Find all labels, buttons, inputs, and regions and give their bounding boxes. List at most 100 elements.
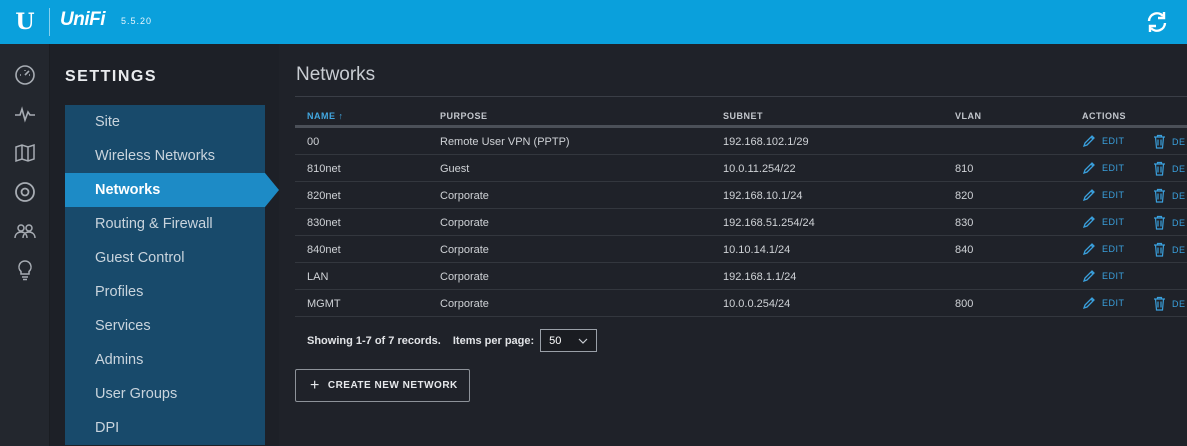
table-row[interactable]: 820net Corporate 192.168.10.1/24 820 EDIT DE bbox=[295, 182, 1187, 209]
edit-label: EDIT bbox=[1102, 271, 1125, 281]
network-purpose: Guest bbox=[440, 163, 470, 175]
table-row[interactable]: LAN Corporate 192.168.1.1/24 EDIT bbox=[295, 263, 1187, 290]
edit-button[interactable]: EDIT bbox=[1082, 269, 1125, 283]
table-row[interactable]: 810net Guest 10.0.11.254/22 810 EDIT DE bbox=[295, 155, 1187, 182]
delete-button[interactable]: DE bbox=[1153, 188, 1186, 203]
network-subnet: 10.10.14.1/24 bbox=[723, 244, 791, 256]
records-summary: Showing 1-7 of 7 records. bbox=[307, 334, 441, 347]
edit-button[interactable]: EDIT bbox=[1082, 215, 1125, 229]
network-name: 00 bbox=[307, 136, 320, 148]
table-row[interactable]: 840net Corporate 10.10.14.1/24 840 EDIT DE bbox=[295, 236, 1187, 263]
network-name: 830net bbox=[307, 217, 341, 229]
network-purpose: Corporate bbox=[440, 271, 489, 283]
network-name: 840net bbox=[307, 244, 341, 256]
network-vlan: 830 bbox=[955, 217, 974, 229]
delete-button[interactable]: DE bbox=[1153, 215, 1186, 230]
network-name: 810net bbox=[307, 163, 341, 175]
menu-item-site[interactable]: Site bbox=[65, 105, 265, 139]
table-footer: Showing 1-7 of 7 records. Items per page… bbox=[307, 329, 598, 352]
pencil-icon bbox=[1082, 297, 1095, 310]
column-header-vlan[interactable]: VLAN bbox=[955, 111, 982, 121]
devices-icon[interactable] bbox=[14, 181, 36, 203]
top-bar: U UniFi 5.5.20 bbox=[0, 0, 1187, 44]
edit-button[interactable]: EDIT bbox=[1082, 296, 1125, 310]
column-header-name[interactable]: NAME ↑ bbox=[307, 111, 344, 121]
items-per-page-label: Items per page: bbox=[452, 334, 535, 347]
create-new-network-button[interactable]: + CREATE NEW NETWORK bbox=[295, 369, 470, 402]
settings-menu: Site Wireless Networks Networks Routing … bbox=[65, 105, 279, 445]
network-vlan: 810 bbox=[955, 163, 974, 175]
network-purpose: Corporate bbox=[440, 217, 489, 229]
refresh-icon[interactable] bbox=[1145, 10, 1169, 34]
icon-sidebar bbox=[0, 44, 50, 446]
version-label: 5.5.20 bbox=[121, 16, 153, 26]
network-purpose: Corporate bbox=[440, 244, 489, 256]
edit-label: EDIT bbox=[1102, 163, 1125, 173]
pencil-icon bbox=[1082, 189, 1095, 202]
plus-icon: + bbox=[310, 376, 320, 394]
title-divider bbox=[295, 96, 1187, 97]
edit-button[interactable]: EDIT bbox=[1082, 134, 1125, 148]
statistics-icon[interactable] bbox=[14, 103, 36, 125]
table-body: 00 Remote User VPN (PPTP) 192.168.102.1/29… bbox=[295, 128, 1187, 317]
delete-label: DE bbox=[1172, 163, 1186, 174]
trash-icon bbox=[1154, 296, 1165, 311]
delete-button[interactable]: DE bbox=[1153, 296, 1186, 311]
pencil-icon bbox=[1082, 270, 1095, 283]
items-per-page-select[interactable]: 50 bbox=[540, 329, 598, 352]
menu-item-routing-firewall[interactable]: Routing & Firewall bbox=[65, 207, 265, 241]
menu-item-user-groups[interactable]: User Groups bbox=[65, 377, 265, 411]
table-row[interactable]: MGMT Corporate 10.0.0.254/24 800 EDIT DE bbox=[295, 290, 1187, 317]
column-header-purpose[interactable]: PURPOSE bbox=[440, 111, 488, 121]
column-header-subnet[interactable]: SUBNET bbox=[723, 111, 763, 121]
trash-icon bbox=[1154, 188, 1165, 203]
delete-button[interactable]: DE bbox=[1153, 242, 1186, 257]
delete-label: DE bbox=[1172, 244, 1186, 255]
column-header-actions: ACTIONS bbox=[1082, 111, 1126, 121]
menu-item-profiles[interactable]: Profiles bbox=[65, 275, 265, 309]
map-icon[interactable] bbox=[14, 142, 36, 164]
trash-icon bbox=[1154, 161, 1165, 176]
menu-item-networks[interactable]: Networks bbox=[65, 173, 279, 207]
settings-panel: SETTINGS Site Wireless Networks Networks… bbox=[50, 44, 279, 446]
delete-button[interactable]: DE bbox=[1153, 134, 1186, 149]
create-new-network-label: CREATE NEW NETWORK bbox=[327, 380, 458, 391]
network-name: 820net bbox=[307, 190, 341, 202]
edit-label: EDIT bbox=[1102, 244, 1125, 254]
network-subnet: 192.168.1.1/24 bbox=[723, 271, 797, 283]
table-row[interactable]: 830net Corporate 192.168.51.254/24 830 EDIT D… bbox=[295, 209, 1187, 236]
delete-label: DE bbox=[1172, 298, 1186, 309]
network-name: MGMT bbox=[307, 298, 341, 310]
insights-icon[interactable] bbox=[14, 259, 36, 281]
network-vlan: 800 bbox=[955, 298, 974, 310]
network-purpose: Corporate bbox=[440, 298, 489, 310]
trash-icon bbox=[1154, 242, 1165, 257]
main-content: Networks NAME ↑ PURPOSE SUBNET VLAN ACTI… bbox=[279, 44, 1187, 446]
network-subnet: 10.0.0.254/24 bbox=[723, 298, 791, 310]
clients-icon[interactable] bbox=[14, 220, 36, 242]
menu-item-admins[interactable]: Admins bbox=[65, 343, 265, 377]
network-subnet: 192.168.102.1/29 bbox=[723, 136, 809, 148]
unifi-brand: UniFi bbox=[60, 9, 106, 30]
delete-label: DE bbox=[1172, 217, 1186, 228]
edit-button[interactable]: EDIT bbox=[1082, 188, 1125, 202]
network-subnet: 192.168.10.1/24 bbox=[723, 190, 803, 202]
menu-item-services[interactable]: Services bbox=[65, 309, 265, 343]
dashboard-icon[interactable] bbox=[14, 64, 36, 86]
menu-item-wireless-networks[interactable]: Wireless Networks bbox=[65, 139, 265, 173]
edit-button[interactable]: EDIT bbox=[1082, 242, 1125, 256]
delete-button[interactable]: DE bbox=[1153, 161, 1186, 176]
ubiquiti-logo[interactable]: U bbox=[0, 0, 50, 44]
pencil-icon bbox=[1082, 216, 1095, 229]
network-vlan: 820 bbox=[955, 190, 974, 202]
network-subnet: 10.0.11.254/22 bbox=[723, 163, 796, 175]
edit-button[interactable]: EDIT bbox=[1082, 161, 1125, 175]
menu-item-dpi[interactable]: DPI bbox=[65, 411, 265, 445]
table-row[interactable]: 00 Remote User VPN (PPTP) 192.168.102.1/29… bbox=[295, 128, 1187, 155]
menu-item-guest-control[interactable]: Guest Control bbox=[65, 241, 265, 275]
table-header: NAME ↑ PURPOSE SUBNET VLAN ACTIONS bbox=[295, 106, 1187, 128]
page-title: Networks bbox=[296, 64, 376, 85]
delete-label: DE bbox=[1172, 136, 1186, 147]
sort-ascending-icon: ↑ bbox=[338, 111, 344, 121]
edit-label: EDIT bbox=[1102, 217, 1125, 227]
